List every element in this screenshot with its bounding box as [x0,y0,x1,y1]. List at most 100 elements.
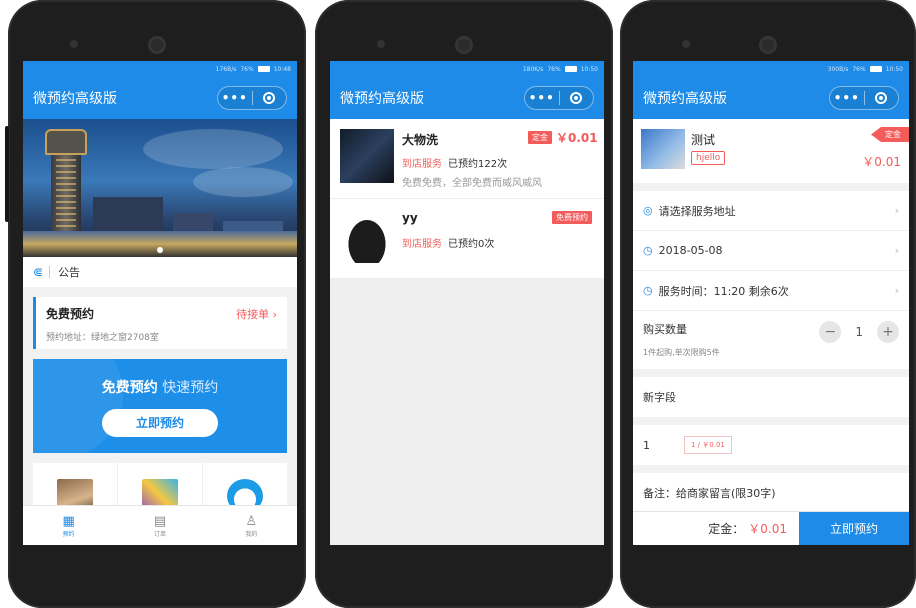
user-icon: ♙ [245,513,258,529]
product-chip: hjello [691,151,726,165]
deposit-summary: 定金： ￥0.01 [633,512,799,545]
clock-icon: ◷ [643,284,653,297]
camera-icon [455,36,473,54]
banner-image[interactable] [23,119,297,257]
volume-button [5,126,9,222]
calendar-icon: ▦ [62,513,75,529]
mini-program-capsule: ••• [829,86,899,110]
target-icon [875,92,888,104]
booking-status[interactable]: 待接单 › [236,306,277,322]
nav-bar: 微预约高级版 ••• [633,77,909,119]
tab-label: 订单 [153,530,166,538]
battery-icon [257,66,270,72]
app-title: 微预约高级版 [643,91,727,107]
sensor-icon [377,40,385,48]
booking-card[interactable]: 免费预约 预约地址：绿地之窗2708室 待接单 › [33,297,287,349]
free-tag: 免费预约 [552,211,592,224]
cloud [193,167,293,197]
service-type: 到店服务 [402,159,442,170]
remark-input[interactable]: 备注：给商家留言(限30字) [633,473,909,513]
item-name: yy [402,211,418,225]
app-title: 微预约高级版 [33,91,117,107]
battery-icon [869,66,882,72]
tab-label: 我的 [245,530,258,538]
status-bar: 176B/s 76% 10:48 [23,61,297,77]
checkout-bar: 定金： ￥0.01 立即预约 [633,511,909,545]
battery-percent: 76% [240,65,254,73]
clock: 10:48 [273,65,291,73]
nav-bar: 微预约高级版 ••• [23,77,297,119]
minus-button[interactable]: − [819,321,842,343]
quantity-stepper: − 1 + [819,321,899,343]
megaphone-icon: ⋐ [33,265,44,279]
chevron-right-icon: › [894,204,899,217]
location-icon: ◎ [643,204,653,217]
product-summary: 测试 hjello 定金 ￥0.01 [633,119,909,183]
tab-bar: ▦ 预约 ▤ 订单 ♙ 我的 [23,505,297,545]
net-speed: 180K/s [522,65,544,73]
option-index: 1 [643,438,650,452]
promo-light: 快速预约 [162,380,219,396]
list-item[interactable]: 大物洗 定金 ￥0.01 到店服务 已预约122次 免费免费，全部免费而威风威风 [330,119,604,199]
cloud [143,129,283,169]
deposit-ribbon: 定金 [871,127,909,142]
booked-count: 已预约0次 [448,239,495,250]
submit-booking-button[interactable]: 立即预约 [799,512,909,545]
close-button[interactable] [560,87,594,109]
screen-home: 176B/s 76% 10:48 微预约高级版 ••• ⋐ 公告 免费预约 预约… [23,61,297,545]
notice-bar[interactable]: ⋐ 公告 [23,257,297,287]
tab-mine[interactable]: ♙ 我的 [206,506,297,545]
more-icon: ••• [221,91,248,105]
date-row[interactable]: ◷ 2018-05-08 › [633,231,909,271]
deposit-tag: 定金 [528,131,552,144]
item-name: 大物洗 [402,133,439,147]
product-image [340,209,394,263]
more-button[interactable]: ••• [218,87,252,109]
product-name: 测试 [691,133,716,147]
battery-icon [564,66,577,72]
net-speed: 300B/s [827,65,849,73]
battery-percent: 76% [547,65,561,73]
status-bar: 180K/s 76% 10:50 [330,61,604,77]
close-button[interactable] [865,87,899,109]
product-image [641,129,685,169]
booked-count: 已预约122次 [448,159,508,170]
chevron-right-icon: › [894,244,899,257]
quantity-value: 1 [855,325,863,339]
city-lights [23,231,297,257]
more-button[interactable]: ••• [830,87,864,109]
banner-pager-dot[interactable] [157,247,163,253]
tab-label: 预约 [62,530,75,538]
plus-button[interactable]: + [877,321,899,343]
product-price: ￥0.01 [862,155,901,169]
address-row[interactable]: ◎ 请选择服务地址 › [633,191,909,231]
close-button[interactable] [253,87,287,109]
new-field-label: 新字段 [633,377,909,417]
mini-program-capsule: ••• [217,86,287,110]
time-value: 服务时间：11:20 剩余6次 [658,284,789,298]
more-icon: ••• [528,91,555,105]
booking-address: 预约地址：绿地之窗2708室 [46,333,159,343]
item-desc: 免费免费，全部免费而威风威风 [402,178,542,189]
option-chip[interactable]: 1 / ￥0.01 [684,436,732,454]
screen-detail: 300B/s 76% 10:50 微预约高级版 ••• 测试 hjello 定金… [633,61,909,545]
clock-icon: ◷ [643,244,653,257]
tab-orders[interactable]: ▤ 订单 [114,506,205,545]
quantity-hint: 1件起购,单次限购5件 [643,348,720,357]
more-button[interactable]: ••• [525,87,559,109]
promo-decoration [33,359,123,453]
book-now-button[interactable]: 立即预约 [102,409,218,437]
tab-booking[interactable]: ▦ 预约 [23,506,114,545]
tower-top [45,129,87,155]
deposit-label: 定金： [708,522,745,536]
deposit-value: ￥0.01 [748,522,787,536]
time-row[interactable]: ◷ 服务时间：11:20 剩余6次 › [633,271,909,311]
product-image [340,129,394,183]
list-item[interactable]: yy 免费预约 到店服务 已预约0次 [330,199,604,279]
target-icon [263,92,276,104]
target-icon [570,92,583,104]
